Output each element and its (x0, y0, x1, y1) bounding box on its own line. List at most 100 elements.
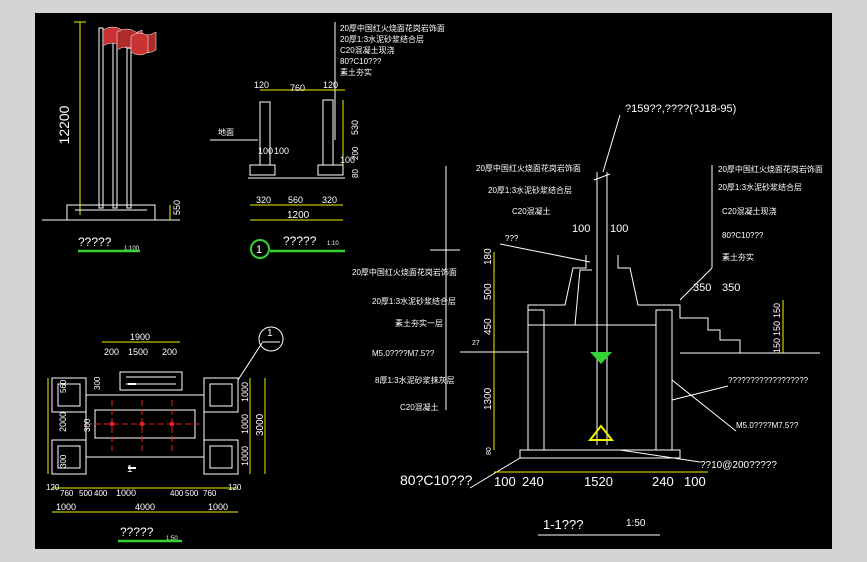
detail-dim-100b: 100 (274, 146, 289, 156)
sec-step-dim-v2: 150 (772, 321, 782, 336)
detail-dim-80: 80 (351, 169, 360, 178)
plan-steps (119, 371, 183, 391)
plan-dim-b1-3: 400 (94, 489, 108, 498)
pole-point-3 (169, 421, 175, 427)
sec-dim-b4: 100 (684, 474, 706, 489)
sec-note-r4: 80?C10??? (722, 231, 764, 240)
sec-note-l7: 素土夯实一层 (395, 318, 443, 328)
section-view: ?159??,????(?J18-95) 20厚中国红火烧面花岗岩饰面 20厚1… (352, 103, 823, 536)
sec-note-foundation: 80?C10??? (400, 472, 473, 488)
sec-dim-27: 27 (472, 340, 480, 347)
sec-dim-450: 450 (483, 318, 494, 335)
sec-note-l9: 8厚1:3水泥砂浆抹灰层 (375, 375, 455, 385)
plan-corner-tr (203, 377, 239, 413)
flag-3 (130, 32, 149, 56)
sec-note-l6: 20厚1:3水泥砂浆结合层 (372, 296, 456, 306)
plan-dim-1900: 1900 (130, 332, 150, 342)
detail-note-2: 20厚1:3水泥砂浆结合层 (340, 34, 424, 44)
sec-dim-180: 180 (483, 248, 494, 265)
svg-text:1: 1 (267, 328, 273, 339)
plan-dim-left-300c: 300 (59, 454, 68, 468)
base-dim: 550 (172, 200, 182, 215)
detail-total-dim: 1200 (287, 210, 310, 221)
plan-slab (85, 394, 205, 458)
sec-note-bottom: ??10@200????? (700, 460, 777, 471)
detail-note-3: C20混凝土现浇 (340, 45, 395, 55)
plan-view: 1900 200 1500 200 1 560 300 2000 300 300… (46, 326, 284, 543)
svg-text:1: 1 (256, 244, 262, 256)
plan-dim-b1-0: 120 (46, 483, 60, 492)
plan-dim-1500: 1500 (128, 347, 148, 357)
sec-note-l10: C20混凝土 (400, 402, 439, 412)
detail-caption: ????? (283, 234, 317, 248)
plan-dim-b1-4: 1000 (116, 488, 136, 498)
sec-note-wall: ?????????????????? (728, 376, 809, 385)
sec-dim-1300: 1300 (483, 387, 494, 410)
detail-dim-100a: 100 (258, 146, 273, 156)
section-scale: 1:50 (626, 518, 646, 529)
sec-note-r5: 素土夯实 (722, 252, 754, 262)
plan-dim-left-2000: 2000 (58, 412, 68, 432)
sec-note-l1: 20厚中国红火烧面花岗岩饰面 (476, 163, 581, 173)
sec-dim-500: 500 (483, 283, 494, 300)
sec-note-l5: 20厚中国红火烧面花岗岩饰面 (352, 267, 457, 277)
plan-dim-b1-8: 120 (228, 483, 242, 492)
sec-dim-b2: 1520 (584, 474, 613, 489)
sec-dim-80: 80 (486, 447, 493, 455)
plan-caption: ????? (120, 525, 154, 539)
sec-step-dim-v1: 150 (772, 303, 782, 318)
plan-dim-left-300b: 300 (83, 418, 92, 432)
plan-dim-b2-1: 4000 (135, 502, 155, 512)
detail-dim-320a: 320 (256, 195, 271, 205)
detail-dim-530: 530 (350, 120, 360, 135)
detail-dim-320b: 320 (322, 195, 337, 205)
plan-dim-b1-1: 760 (60, 489, 74, 498)
plan-dim-b2-2: 1000 (208, 502, 228, 512)
plan-corner-bl (51, 439, 87, 475)
plan-dim-right-1000a: 1000 (240, 382, 250, 402)
sec-dim-b0: 100 (494, 474, 516, 489)
sec-note-mortar: M5.0????M7.5?? (736, 421, 799, 430)
foundation-wall-right (655, 309, 673, 451)
detail-note-1: 20厚中国红火烧面花岗岩饰面 (340, 23, 445, 33)
detail-dim-760: 760 (290, 83, 305, 93)
plan-dim-left-300a: 300 (93, 376, 102, 390)
plan-dim-b2-0: 1000 (56, 502, 76, 512)
plan-dim-b1-2: 500 (79, 489, 93, 498)
detail-note-5: 素土夯实 (340, 67, 372, 77)
plan-section-mark: 1 (127, 464, 133, 475)
collar-detail: 20厚中国红火烧面花岗岩饰面 20厚1:3水泥砂浆结合层 C20混凝土现浇 80… (210, 22, 445, 259)
height-dim: 12200 (56, 105, 72, 144)
sec-step-dim-a: 350 (693, 282, 711, 294)
sec-note-l4: ??? (505, 234, 519, 243)
plan-dim-200a: 200 (104, 347, 119, 357)
plan-dim-left-560: 560 (59, 379, 68, 393)
collar-left (527, 255, 592, 326)
pole-point-1 (109, 421, 115, 427)
plan-dim-b1-6: 500 (185, 489, 199, 498)
sec-note-r1: 20厚中国红火烧面花岗岩饰面 (718, 164, 823, 174)
sec-note-l3: C20混凝土 (512, 206, 551, 216)
sec-dim-b3: 240 (652, 474, 674, 489)
sec-note-r2: 20厚1:3水泥砂浆结合层 (718, 182, 802, 192)
sec-step-dim-v3: 150 (772, 338, 782, 353)
pole-point-2 (139, 421, 145, 427)
plan-dim-200b: 200 (162, 347, 177, 357)
detail-dim-120a: 120 (254, 80, 269, 90)
marker-upper (590, 352, 612, 364)
sec-note-l8: M5.0????M7.5?? (372, 349, 435, 358)
flagpole-center (112, 29, 118, 209)
section-caption: 1-1??? (543, 517, 583, 532)
cad-drawing: 12200 550 ????? 1:100 20厚中国红火烧面花岗岩饰面 20厚… (42, 21, 823, 543)
foundation-wall-left (527, 309, 545, 451)
detail-dim-120b: 120 (323, 80, 338, 90)
flagpole-left (98, 27, 104, 209)
plan-corner-tl (51, 377, 87, 413)
plan-dim-b1-7: 760 (203, 489, 217, 498)
plan-corner-br (203, 439, 239, 475)
plan-dim-right-1000c: 1000 (240, 446, 250, 466)
detail-dim-200: 200 (351, 146, 360, 160)
sec-step-dim-b: 350 (722, 282, 740, 294)
marker-lower (587, 424, 615, 441)
sec-dim-b1: 240 (522, 474, 544, 489)
